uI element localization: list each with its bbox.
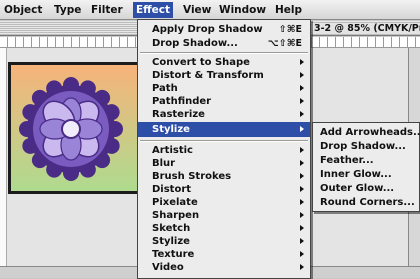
menu-item-rasterize[interactable]: Rasterize: [138, 108, 310, 121]
menu-window[interactable]: Window: [216, 2, 269, 18]
artwork-frame[interactable]: [8, 62, 140, 194]
menu-item-pathfinder[interactable]: Pathfinder: [138, 95, 310, 108]
menu-effect[interactable]: Effect: [133, 2, 174, 18]
menu-view[interactable]: View: [180, 2, 214, 18]
submenu-arrow-icon: [300, 264, 304, 270]
submenu-arrow-icon: [300, 98, 304, 104]
submenu-arrow-icon: [300, 111, 304, 117]
menu-object[interactable]: Object: [1, 2, 45, 18]
menu-item-sketch[interactable]: Sketch: [138, 222, 310, 235]
submenu-item-drop-shadow[interactable]: Drop Shadow...: [313, 140, 419, 153]
submenu-arrow-icon: [300, 126, 304, 132]
submenu-arrow-icon: [300, 199, 304, 205]
submenu-arrow-icon: [300, 160, 304, 166]
submenu-arrow-icon: [300, 251, 304, 257]
menu-item-distort-transform[interactable]: Distort & Transform: [138, 69, 310, 82]
menu-separator: [140, 52, 308, 54]
document-title: 3-2 @ 85% (CMYK/Pre: [312, 23, 420, 34]
submenu-item-inner-glow[interactable]: Inner Glow...: [313, 168, 419, 181]
menu-type[interactable]: Type: [51, 2, 84, 18]
submenu-item-feather[interactable]: Feather...: [313, 154, 419, 167]
menu-item-sharpen[interactable]: Sharpen: [138, 209, 310, 222]
menu-bar: Object Type Filter Effect View Window He…: [0, 0, 420, 20]
menu-item-artistic[interactable]: Artistic: [138, 144, 310, 157]
badge-scallop: [19, 121, 35, 137]
menu-item-drop-shadow-dialog[interactable]: Drop Shadow... ⌥⇧⌘E: [138, 37, 310, 50]
scalloped-badge: [19, 77, 123, 181]
menu-item-video[interactable]: Video: [138, 261, 310, 274]
badge-scallop: [63, 165, 79, 181]
menu-item-path[interactable]: Path: [138, 82, 310, 95]
flower-badge-artwork: [11, 65, 137, 191]
submenu-arrow-icon: [300, 186, 304, 192]
submenu-item-round-corners[interactable]: Round Corners...: [313, 196, 419, 209]
menu-item-stylize-vector[interactable]: Stylize: [138, 122, 310, 137]
menu-item-apply-drop-shadow[interactable]: Apply Drop Shadow ⇧⌘E: [138, 23, 310, 36]
submenu-arrow-icon: [300, 85, 304, 91]
badge-center: [61, 119, 81, 139]
vertical-ruler: [0, 48, 7, 277]
menu-item-distort[interactable]: Distort: [138, 183, 310, 196]
submenu-arrow-icon: [300, 212, 304, 218]
submenu-arrow-icon: [300, 147, 304, 153]
menu-item-texture[interactable]: Texture: [138, 248, 310, 261]
submenu-item-outer-glow[interactable]: Outer Glow...: [313, 182, 419, 195]
menu-filter[interactable]: Filter: [88, 2, 126, 18]
menu-item-pixelate[interactable]: Pixelate: [138, 196, 310, 209]
badge-scallop: [63, 77, 79, 93]
badge-scallop: [107, 121, 123, 137]
menu-separator: [140, 140, 308, 142]
stylize-submenu: Add Arrowheads... Drop Shadow... Feather…: [312, 122, 420, 212]
submenu-arrow-icon: [300, 59, 304, 65]
submenu-arrow-icon: [300, 238, 304, 244]
menu-item-convert-to-shape[interactable]: Convert to Shape: [138, 56, 310, 69]
submenu-arrow-icon: [300, 72, 304, 78]
effect-menu: Apply Drop Shadow ⇧⌘E Drop Shadow... ⌥⇧⌘…: [137, 19, 311, 279]
menu-help[interactable]: Help: [272, 2, 305, 18]
menu-item-brush-strokes[interactable]: Brush Strokes: [138, 170, 310, 183]
menu-item-stylize-raster[interactable]: Stylize: [138, 235, 310, 248]
submenu-arrow-icon: [300, 173, 304, 179]
submenu-arrow-icon: [300, 225, 304, 231]
submenu-item-add-arrowheads[interactable]: Add Arrowheads...: [313, 126, 420, 139]
menu-item-blur[interactable]: Blur: [138, 157, 310, 170]
